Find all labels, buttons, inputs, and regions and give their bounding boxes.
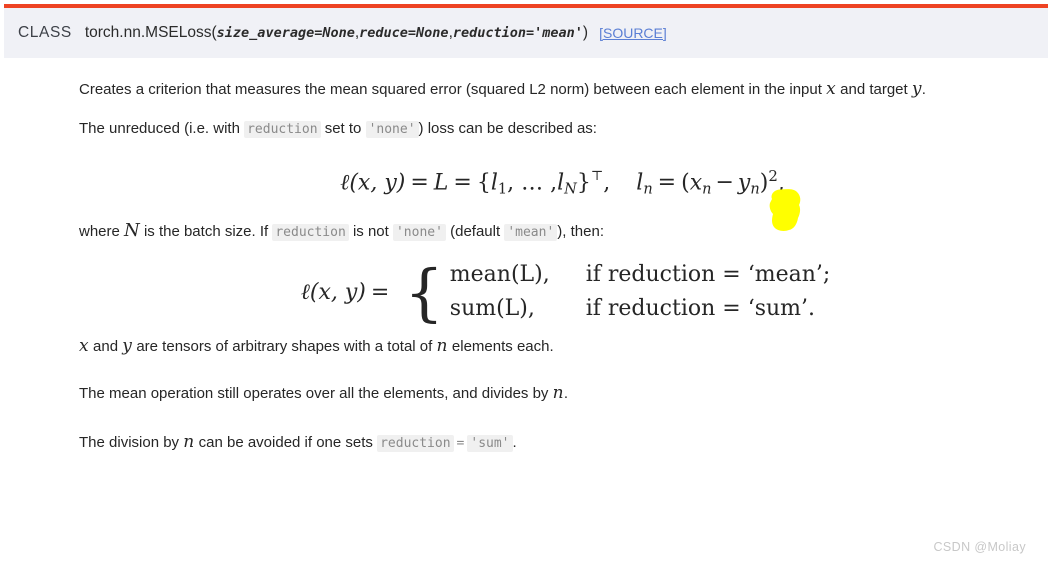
source-link[interactable]: [SOURCE]	[599, 25, 667, 41]
code-reduction-1: reduction	[244, 121, 321, 138]
code-reduction-3: reduction	[377, 435, 454, 452]
code-equals-sign: =	[456, 436, 465, 451]
paragraph-division-avoidance: The division by n can be avoided if one …	[79, 427, 1052, 459]
math-var-n-2: n	[552, 383, 564, 403]
paragraph-tensor-shapes: x and y are tensors of arbitrary shapes …	[79, 331, 1052, 362]
eq1-dots: , … ,	[507, 170, 558, 196]
para3-text-c: is not	[348, 223, 393, 240]
eq1-transpose: ⊤	[590, 168, 604, 184]
para2-text-b: set to	[320, 120, 366, 137]
eq1-xn: x	[689, 170, 703, 196]
class-signature-header: CLASS torch.nn.MSELoss ( size_average=No…	[4, 8, 1048, 58]
eq1-yn: y	[737, 170, 751, 196]
csdn-watermark: CSDN @Moliay	[933, 540, 1026, 554]
eq2-equals: =	[370, 279, 390, 305]
equation-unreduced-loss: ℓ(x, y) = L = {l1, … ,lN}⊤, ln = (xn − yn)2,	[79, 151, 1052, 213]
paragraph-batch-size: where N is the batch size. If reduction …	[79, 215, 1052, 248]
eq1-comma-2: ,	[777, 170, 785, 196]
math-var-y-2: y	[122, 336, 133, 356]
para3-text-e: ), then:	[557, 223, 604, 240]
eq2-row2-value: sum(L),	[449, 296, 535, 321]
para6-text-b: can be avoided if one sets	[194, 434, 378, 451]
para6-text-a: The division by	[79, 434, 184, 451]
para3-text-b: is the batch size. If	[139, 223, 273, 240]
signature-close-paren: )	[582, 24, 589, 41]
eq1-ln-sub: n	[643, 181, 653, 198]
eq1-l1: l	[490, 170, 498, 196]
eq2-lhs-args: (x, y)	[309, 279, 366, 305]
math-var-n-1: n	[436, 336, 448, 356]
eq1-ell: ℓ	[340, 170, 350, 196]
para4-text-c: elements each.	[447, 338, 554, 355]
class-tag-label: CLASS	[18, 24, 72, 41]
eq1-set-close: }	[576, 170, 591, 196]
para1-text-c: .	[921, 81, 926, 98]
paragraph-description: Creates a criterion that measures the me…	[79, 74, 1052, 105]
eq1-lN-sub: N	[564, 181, 577, 198]
class-qualified-name: torch.nn.MSELoss	[84, 24, 212, 41]
eq1-equals-2: =	[453, 170, 472, 196]
eq1-yn-sub: n	[750, 181, 760, 198]
code-mean: 'mean'	[504, 224, 558, 241]
para5-text-b: .	[563, 385, 569, 402]
math-var-n-3: n	[183, 432, 195, 452]
para3-text-a: where	[79, 223, 125, 240]
math-var-x-input: x	[826, 79, 836, 99]
equation-reduction-cases: ℓ(x, y) = { mean(L), if reduction = ‘mean…	[300, 255, 831, 329]
eq2-row1-value: mean(L),	[449, 262, 550, 287]
code-sum: 'sum'	[467, 435, 513, 452]
paragraph-unreduced: The unreduced (i.e. with reduction set t…	[79, 113, 1052, 145]
eq1-minus: −	[715, 170, 734, 196]
documentation-body: Creates a criterion that measures the me…	[0, 58, 1052, 459]
eq1-set-open: {	[476, 170, 491, 196]
eq1-equals-3: =	[657, 170, 677, 196]
eq2-row1-condition: if reduction = ‘mean’;	[585, 262, 831, 287]
eq1-exponent-two: 2	[768, 166, 778, 185]
para2-text-a: The unreduced (i.e. with	[79, 120, 245, 137]
para6-text-c: .	[512, 434, 517, 451]
signature-param-reduce: reduce=None	[359, 25, 449, 41]
para4-text-a: and	[88, 338, 123, 355]
paragraph-mean-operation: The mean operation still operates over a…	[79, 378, 1052, 409]
math-var-N: N	[124, 220, 140, 241]
equation-unreduced-loss-content: ℓ(x, y) = L = {l1, … ,lN}⊤, ln = (xn − yn)2,	[340, 167, 785, 197]
eq2-ell: ℓ	[300, 279, 310, 305]
signature-param-reduction: reduction='mean'	[452, 25, 583, 41]
para5-text-a: The mean operation still operates over a…	[79, 385, 553, 402]
code-none-1: 'none'	[365, 121, 419, 138]
eq1-L: L	[433, 170, 449, 196]
eq2-row2-condition: if reduction = ‘sum’.	[585, 296, 816, 321]
para1-text-b: and target	[835, 81, 912, 98]
eq1-lhs-args: (x, y)	[349, 170, 406, 196]
eq1-rhs-open: (	[681, 170, 690, 196]
eq1-l1-sub: 1	[497, 181, 508, 198]
code-reduction-2: reduction	[272, 224, 349, 241]
math-var-y-target: y	[911, 79, 922, 99]
para3-text-d: (default	[445, 223, 505, 240]
eq1-comma-1: ,	[603, 170, 611, 196]
para1-text-a: Creates a criterion that measures the me…	[79, 81, 827, 98]
eq2-cases-grid: mean(L), if reduction = ‘mean’; sum(L), …	[450, 262, 831, 321]
eq2-lhs: ℓ(x, y) =	[301, 279, 395, 305]
code-none-2: 'none'	[392, 224, 446, 241]
para2-text-c: ) loss can be described as:	[418, 120, 597, 137]
para4-text-b: are tensors of arbitrary shapes with a t…	[132, 338, 437, 355]
eq1-equals-1: =	[410, 170, 429, 196]
signature-param-size-average: size_average=None	[216, 25, 355, 41]
math-var-x-2: x	[79, 336, 89, 356]
